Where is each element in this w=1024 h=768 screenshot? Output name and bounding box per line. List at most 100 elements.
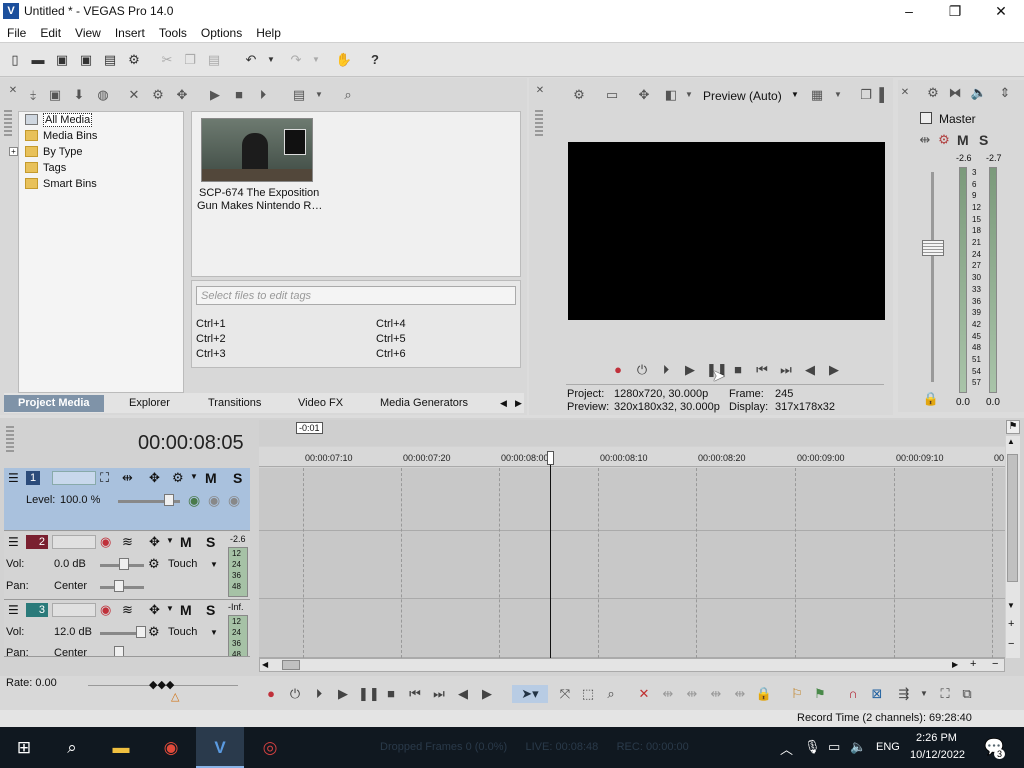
marker-icon[interactable]: ⚐ <box>788 685 806 703</box>
open-folder-icon[interactable]: ▬ <box>29 51 47 69</box>
automation-mode[interactable]: Touch <box>168 558 197 570</box>
automation-gear-icon[interactable]: ⚙ <box>148 556 160 572</box>
minimize-button[interactable]: – <box>886 0 932 23</box>
overlays-dropdown-icon[interactable]: ▼ <box>829 86 847 104</box>
loop-playback-icon[interactable]: ⏻ <box>634 362 650 378</box>
track-header-2[interactable]: ☰ 2 ◉ ≋ ✥ ▼ M S -2.6 12 24 36 48 Vol: 0.… <box>4 532 250 600</box>
composite-child-icon[interactable]: ◉ <box>188 492 200 509</box>
media-thumbnail[interactable] <box>201 118 313 182</box>
level-slider-handle[interactable] <box>164 494 174 506</box>
capture-icon[interactable]: ▣ <box>46 86 64 104</box>
menu-tools[interactable]: Tools <box>152 23 194 40</box>
scroll-thumb[interactable] <box>1007 454 1018 582</box>
make-compositing-icon[interactable]: ◉ <box>228 492 240 509</box>
tab-transitions[interactable]: Transitions <box>204 395 265 412</box>
stop-preview-icon[interactable]: ■ <box>230 86 248 104</box>
auto-crossfade-icon[interactable]: ⊠ <box>868 685 886 703</box>
pan-slider-handle[interactable] <box>114 646 124 656</box>
video-preview-screen[interactable] <box>568 142 885 320</box>
ignore-grouping-icon[interactable]: ⧉ <box>958 685 976 703</box>
render-icon[interactable]: ▤ <box>101 51 119 69</box>
tag-shortcut[interactable]: Ctrl+4 <box>376 318 406 330</box>
chevron-down-icon[interactable]: ▼ <box>166 604 174 613</box>
save-snapshot-icon[interactable]: ▌ <box>875 86 893 104</box>
selection-tool-icon[interactable]: ⬚ <box>579 685 597 703</box>
track-area[interactable] <box>259 468 1005 658</box>
downmix-icon[interactable]: ⧓ <box>946 84 964 102</box>
record-icon[interactable]: ● <box>610 362 626 378</box>
close-pane-icon[interactable]: ✕ <box>4 82 22 100</box>
paste-icon[interactable]: ▤ <box>205 51 223 69</box>
ripple-dropdown-icon[interactable]: ▼ <box>915 685 933 703</box>
solo-button[interactable]: S <box>206 602 215 618</box>
tree-item-tags[interactable]: Tags <box>25 160 66 176</box>
tags-input[interactable]: Select files to edit tags <box>196 286 516 305</box>
new-file-icon[interactable]: ▯ <box>6 51 24 69</box>
pan-slider-handle[interactable] <box>114 580 124 592</box>
zoom-in-vertical-icon[interactable]: + <box>1008 618 1014 630</box>
chevron-down-icon[interactable]: ▼ <box>190 472 198 481</box>
scroll-up-icon[interactable]: ▲ <box>1007 437 1015 446</box>
split-icon[interactable]: ⇹ <box>731 685 749 703</box>
mute-button[interactable]: M <box>205 470 217 486</box>
track-compositing-icon[interactable]: ⇹ <box>122 470 133 486</box>
lock-envelopes-icon[interactable]: ⛶ <box>936 685 954 703</box>
track-effects-icon[interactable]: ≋ <box>122 534 133 550</box>
tag-shortcut[interactable]: Ctrl+2 <box>196 333 226 345</box>
track-name-field[interactable] <box>52 471 96 485</box>
playhead-handle[interactable] <box>547 451 554 465</box>
play-from-start-icon[interactable]: ⏵ <box>310 685 328 703</box>
master-settings-icon[interactable]: ⚙ <box>935 131 953 149</box>
close-pane-icon[interactable]: ✕ <box>896 84 914 102</box>
go-to-end-icon[interactable]: ⏭ <box>778 362 794 378</box>
time-ruler[interactable]: 00:00:07:10 00:00:07:20 00:00:08:00 00:0… <box>259 447 1005 467</box>
pause-icon[interactable]: ❚❚ <box>358 685 380 703</box>
previous-frame-icon[interactable]: ◀ <box>454 685 472 703</box>
auto-preview-icon[interactable]: ⏵ <box>254 86 272 104</box>
import-media-icon[interactable]: ⤈ <box>24 86 42 104</box>
scroll-down-icon[interactable]: ▼ <box>1007 601 1015 610</box>
tree-item-all-media[interactable]: All Media <box>25 112 93 128</box>
zoom-out-vertical-icon[interactable]: − <box>1008 638 1014 650</box>
tab-video-fx[interactable]: Video FX <box>294 395 347 412</box>
scroll-right-icon[interactable]: ▶ <box>952 660 958 669</box>
menu-view[interactable]: View <box>68 23 108 40</box>
docking-grip[interactable] <box>4 110 12 136</box>
lock-icon[interactable]: 🔒 <box>922 390 940 408</box>
tag-shortcut[interactable]: Ctrl+5 <box>376 333 406 345</box>
track-header-3[interactable]: ☰ 3 ◉ ≋ ✥ ▼ M S -Inf. 12 24 36 48 Vol: 1… <box>4 600 250 657</box>
track-settings-icon[interactable]: ⚙ <box>172 470 184 486</box>
volume-slider-handle[interactable] <box>119 558 129 570</box>
tree-item-smart-bins[interactable]: Smart Bins <box>25 176 97 192</box>
start-button-icon[interactable]: ⊞ <box>0 727 48 768</box>
automation-mode[interactable]: Touch <box>168 626 197 638</box>
arm-record-icon[interactable]: ◉ <box>100 534 111 550</box>
track-menu-icon[interactable]: ☰ <box>8 603 19 617</box>
show-hidden-icons-icon[interactable]: ︿ <box>780 739 793 758</box>
vegas-taskbar-icon[interactable]: V <box>196 727 244 768</box>
redo-dropdown-icon[interactable]: ▼ <box>307 51 325 69</box>
menu-options[interactable]: Options <box>194 23 249 40</box>
timeline-docking-grip[interactable] <box>6 426 14 452</box>
region-icon[interactable]: ⚑ <box>811 685 829 703</box>
master-mute-button[interactable]: M <box>957 132 969 148</box>
track-fx-icon[interactable]: ✥ <box>149 602 160 618</box>
master-fx-icon[interactable]: ⇹ <box>916 131 934 149</box>
overlays-grid-icon[interactable]: ▦ <box>808 86 826 104</box>
trim-icon[interactable]: ⇹ <box>659 685 677 703</box>
solo-button[interactable]: S <box>206 534 215 550</box>
microphone-icon[interactable]: 🎙 <box>804 739 821 755</box>
tab-scroll-left-icon[interactable]: ◀ <box>496 395 511 412</box>
master-properties-icon[interactable]: ⚙ <box>924 84 942 102</box>
go-to-start-icon[interactable]: ⏮ <box>754 362 770 378</box>
delete-icon[interactable]: ✕ <box>635 685 653 703</box>
play-icon[interactable]: ▶ <box>682 362 698 378</box>
vertical-scrollbar[interactable]: ▲ ▼ + − <box>1006 436 1020 658</box>
split-icon[interactable]: ✥ <box>173 86 191 104</box>
zoom-in-horizontal-icon[interactable]: + <box>970 658 976 670</box>
master-fader-handle[interactable] <box>922 240 944 256</box>
track-menu-icon[interactable]: ☰ <box>8 471 19 485</box>
views-dropdown-icon[interactable]: ▼ <box>310 86 328 104</box>
record-icon[interactable]: ● <box>262 685 280 703</box>
mute-button[interactable]: M <box>180 602 192 618</box>
